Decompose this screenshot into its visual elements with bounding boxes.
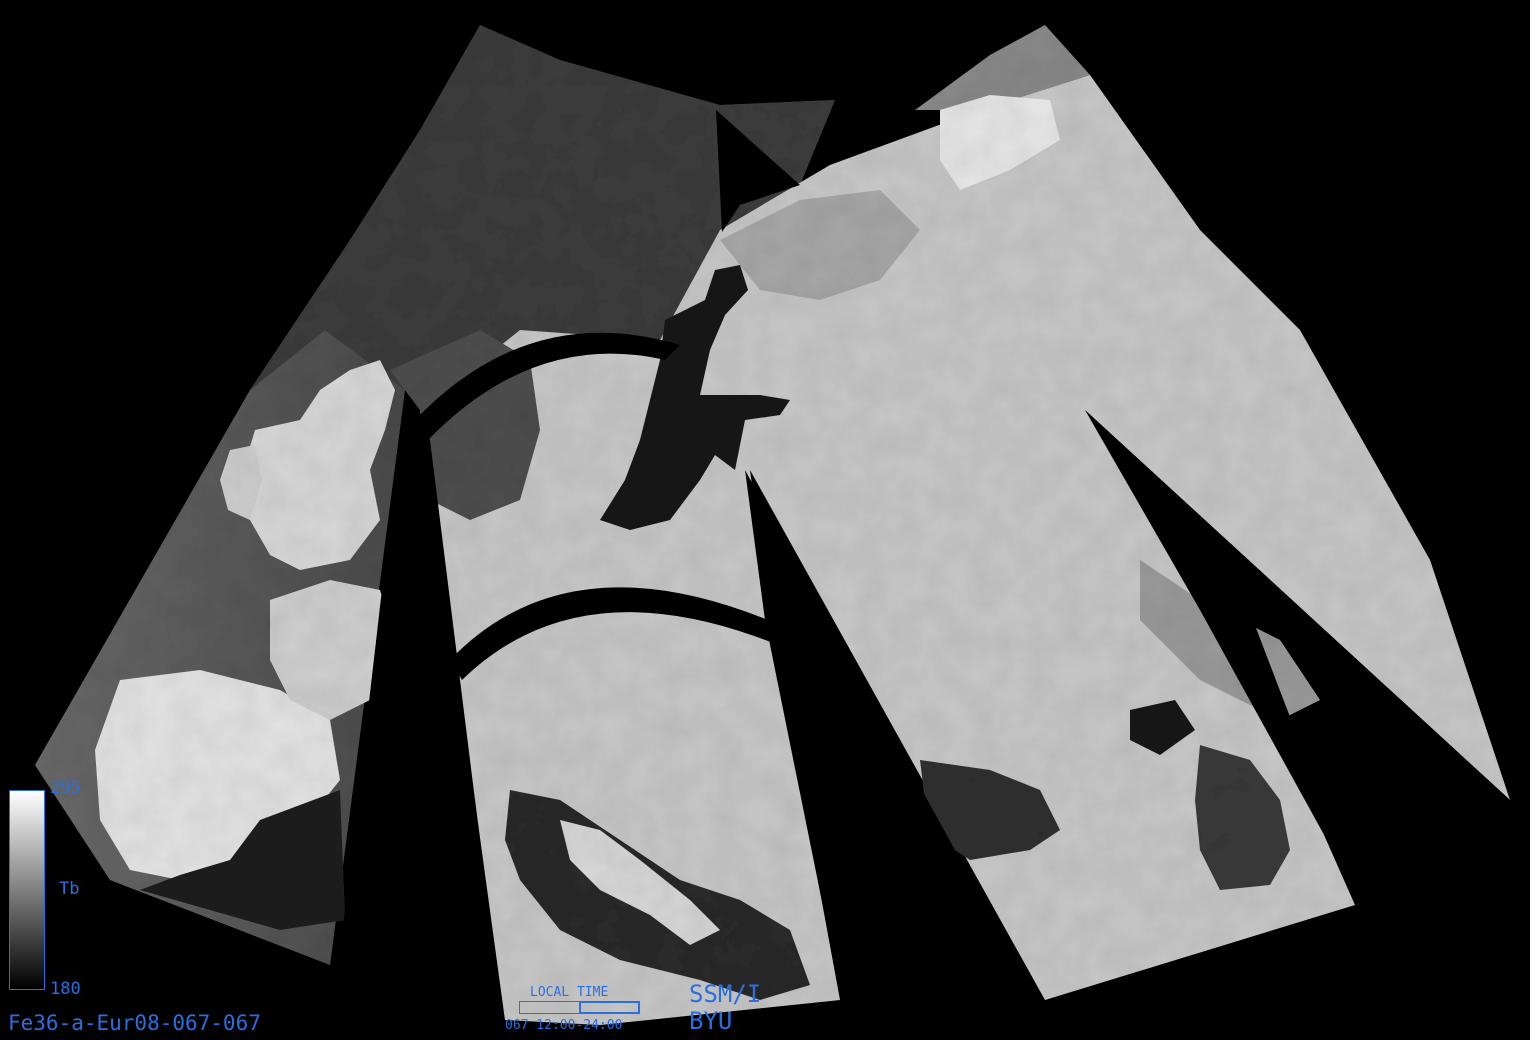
colorbar-unit-label: Tb: [59, 879, 80, 899]
product-id-label: Fe36-a-Eur08-067-067: [8, 1011, 261, 1035]
colorbar: [9, 790, 45, 990]
local-time-title: LOCAL TIME: [530, 985, 609, 1000]
colorbar-max-label: 295: [50, 778, 81, 798]
colorbar-min-label: 180: [50, 979, 81, 999]
local-time-range: 067 12:00-24:00: [505, 1018, 623, 1033]
brightness-temperature-map: [35, 25, 1510, 1040]
organization-label: BYU: [689, 1007, 733, 1035]
sensor-label: SSM/I: [689, 980, 762, 1008]
local-time-bar-highlight: [579, 1001, 640, 1014]
